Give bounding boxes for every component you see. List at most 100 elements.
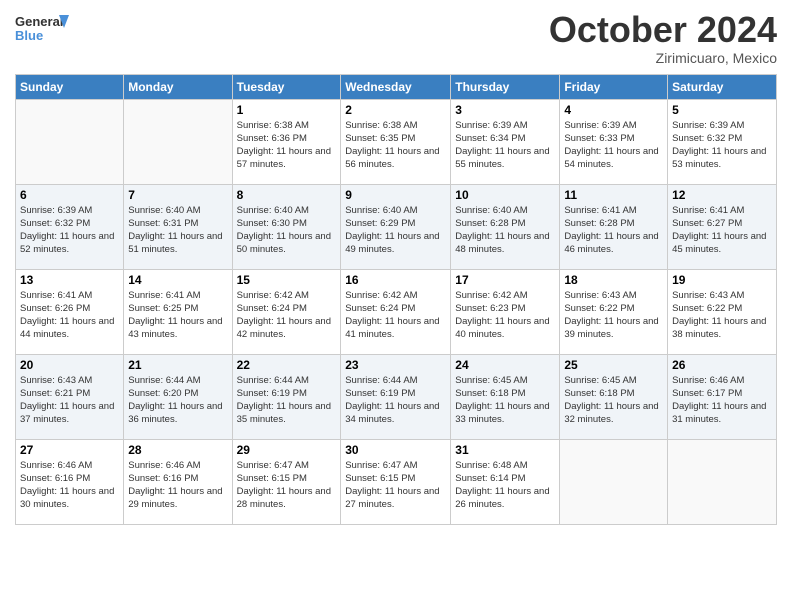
day-info: Sunrise: 6:41 AMSunset: 6:26 PMDaylight:…	[20, 289, 119, 342]
table-row: 3 Sunrise: 6:39 AMSunset: 6:34 PMDaylight…	[451, 99, 560, 184]
day-info: Sunrise: 6:43 AMSunset: 6:21 PMDaylight:…	[20, 374, 119, 427]
table-row: 15 Sunrise: 6:42 AMSunset: 6:24 PMDayligh…	[232, 269, 341, 354]
day-info: Sunrise: 6:43 AMSunset: 6:22 PMDaylight:…	[564, 289, 663, 342]
table-row	[668, 439, 777, 524]
table-row: 19Sunrise: 6:43 AMSunset: 6:22 PMDayligh…	[668, 269, 777, 354]
table-row: 25Sunrise: 6:45 AMSunset: 6:18 PMDayligh…	[560, 354, 668, 439]
day-number: 5	[672, 103, 772, 117]
day-info: Sunrise: 6:47 AMSunset: 6:15 PMDaylight:…	[237, 459, 337, 512]
day-info: Sunrise: 6:41 AMSunset: 6:25 PMDaylight:…	[128, 289, 227, 342]
day-number: 14	[128, 273, 227, 287]
day-number: 13	[20, 273, 119, 287]
table-row: 5 Sunrise: 6:39 AMSunset: 6:32 PMDaylight…	[668, 99, 777, 184]
day-number: 23	[345, 358, 446, 372]
day-info: Sunrise: 6:42 AMSunset: 6:24 PMDaylight:…	[345, 289, 446, 342]
header-thursday: Thursday	[451, 74, 560, 99]
day-number: 25	[564, 358, 663, 372]
table-row: 4 Sunrise: 6:39 AMSunset: 6:33 PMDaylight…	[560, 99, 668, 184]
day-info: Sunrise: 6:38 AMSunset: 6:36 PMDaylight:…	[237, 119, 337, 172]
day-number: 28	[128, 443, 227, 457]
day-number: 26	[672, 358, 772, 372]
calendar-header-row: Sunday Monday Tuesday Wednesday Thursday…	[16, 74, 777, 99]
header-saturday: Saturday	[668, 74, 777, 99]
day-info: Sunrise: 6:47 AMSunset: 6:15 PMDaylight:…	[345, 459, 446, 512]
day-info: Sunrise: 6:40 AMSunset: 6:31 PMDaylight:…	[128, 204, 227, 257]
day-number: 17	[455, 273, 555, 287]
table-row: 10 Sunrise: 6:40 AMSunset: 6:28 PMDayligh…	[451, 184, 560, 269]
table-row: 24Sunrise: 6:45 AMSunset: 6:18 PMDayligh…	[451, 354, 560, 439]
table-row: 21Sunrise: 6:44 AMSunset: 6:20 PMDayligh…	[124, 354, 232, 439]
day-number: 3	[455, 103, 555, 117]
table-row: 7Sunrise: 6:40 AMSunset: 6:31 PMDaylight…	[124, 184, 232, 269]
svg-text:General: General	[15, 14, 63, 29]
day-number: 19	[672, 273, 772, 287]
month-title: October 2024	[549, 10, 777, 50]
svg-text:Blue: Blue	[15, 28, 43, 43]
table-row: 27Sunrise: 6:46 AMSunset: 6:16 PMDayligh…	[16, 439, 124, 524]
header-tuesday: Tuesday	[232, 74, 341, 99]
location: Zirimicuaro, Mexico	[549, 50, 777, 66]
table-row: 13 Sunrise: 6:41 AMSunset: 6:26 PMDayligh…	[16, 269, 124, 354]
day-info: Sunrise: 6:40 AMSunset: 6:29 PMDaylight:…	[345, 204, 446, 257]
day-number: 16	[345, 273, 446, 287]
table-row: 20 Sunrise: 6:43 AMSunset: 6:21 PMDayligh…	[16, 354, 124, 439]
day-info: Sunrise: 6:40 AMSunset: 6:30 PMDaylight:…	[237, 204, 337, 257]
table-row: 22 Sunrise: 6:44 AMSunset: 6:19 PMDayligh…	[232, 354, 341, 439]
day-info: Sunrise: 6:40 AMSunset: 6:28 PMDaylight:…	[455, 204, 555, 257]
calendar-table: Sunday Monday Tuesday Wednesday Thursday…	[15, 74, 777, 525]
day-info: Sunrise: 6:39 AMSunset: 6:34 PMDaylight:…	[455, 119, 555, 172]
calendar-week-row: 20 Sunrise: 6:43 AMSunset: 6:21 PMDayligh…	[16, 354, 777, 439]
day-number: 24	[455, 358, 555, 372]
logo-svg: General Blue	[15, 10, 75, 50]
day-number: 11	[564, 188, 663, 202]
table-row	[124, 99, 232, 184]
day-info: Sunrise: 6:46 AMSunset: 6:16 PMDaylight:…	[128, 459, 227, 512]
day-number: 21	[128, 358, 227, 372]
table-row: 28 Sunrise: 6:46 AMSunset: 6:16 PMDayligh…	[124, 439, 232, 524]
header-sunday: Sunday	[16, 74, 124, 99]
day-info: Sunrise: 6:39 AMSunset: 6:32 PMDaylight:…	[20, 204, 119, 257]
table-row: 14 Sunrise: 6:41 AMSunset: 6:25 PMDayligh…	[124, 269, 232, 354]
logo: General Blue	[15, 10, 75, 50]
day-number: 12	[672, 188, 772, 202]
day-number: 2	[345, 103, 446, 117]
day-info: Sunrise: 6:39 AMSunset: 6:32 PMDaylight:…	[672, 119, 772, 172]
day-number: 6	[20, 188, 119, 202]
day-number: 1	[237, 103, 337, 117]
day-info: Sunrise: 6:41 AMSunset: 6:27 PMDaylight:…	[672, 204, 772, 257]
table-row	[560, 439, 668, 524]
day-number: 30	[345, 443, 446, 457]
calendar-week-row: 6 Sunrise: 6:39 AMSunset: 6:32 PMDaylight…	[16, 184, 777, 269]
day-number: 4	[564, 103, 663, 117]
day-number: 10	[455, 188, 555, 202]
table-row: 23 Sunrise: 6:44 AMSunset: 6:19 PMDayligh…	[341, 354, 451, 439]
table-row: 26Sunrise: 6:46 AMSunset: 6:17 PMDayligh…	[668, 354, 777, 439]
day-info: Sunrise: 6:44 AMSunset: 6:19 PMDaylight:…	[237, 374, 337, 427]
table-row: 2 Sunrise: 6:38 AMSunset: 6:35 PMDaylight…	[341, 99, 451, 184]
table-row: 8Sunrise: 6:40 AMSunset: 6:30 PMDaylight…	[232, 184, 341, 269]
day-number: 22	[237, 358, 337, 372]
day-info: Sunrise: 6:44 AMSunset: 6:19 PMDaylight:…	[345, 374, 446, 427]
table-row: 31 Sunrise: 6:48 AMSunset: 6:14 PMDayligh…	[451, 439, 560, 524]
day-info: Sunrise: 6:38 AMSunset: 6:35 PMDaylight:…	[345, 119, 446, 172]
table-row: 29 Sunrise: 6:47 AMSunset: 6:15 PMDayligh…	[232, 439, 341, 524]
day-number: 29	[237, 443, 337, 457]
calendar-week-row: 27 Sunrise: 6:46 AMSunset: 6:16 PMDayligh…	[16, 439, 777, 524]
table-row: 1 Sunrise: 6:38 AMSunset: 6:36 PMDaylight…	[232, 99, 341, 184]
day-number: 27	[20, 443, 119, 457]
day-info: Sunrise: 6:39 AMSunset: 6:33 PMDaylight:…	[564, 119, 663, 172]
day-number: 20	[20, 358, 119, 372]
table-row: 18 Sunrise: 6:43 AMSunset: 6:22 PMDayligh…	[560, 269, 668, 354]
day-number: 18	[564, 273, 663, 287]
table-row: 11Sunrise: 6:41 AMSunset: 6:28 PMDayligh…	[560, 184, 668, 269]
day-info: Sunrise: 6:42 AMSunset: 6:24 PMDaylight:…	[237, 289, 337, 342]
day-info: Sunrise: 6:48 AMSunset: 6:14 PMDaylight:…	[455, 459, 555, 512]
day-number: 15	[237, 273, 337, 287]
table-row: 16 Sunrise: 6:42 AMSunset: 6:24 PMDayligh…	[341, 269, 451, 354]
day-number: 31	[455, 443, 555, 457]
day-number: 9	[345, 188, 446, 202]
calendar-week-row: 1 Sunrise: 6:38 AMSunset: 6:36 PMDaylight…	[16, 99, 777, 184]
table-row: 6 Sunrise: 6:39 AMSunset: 6:32 PMDaylight…	[16, 184, 124, 269]
calendar-week-row: 13 Sunrise: 6:41 AMSunset: 6:26 PMDayligh…	[16, 269, 777, 354]
table-row	[16, 99, 124, 184]
